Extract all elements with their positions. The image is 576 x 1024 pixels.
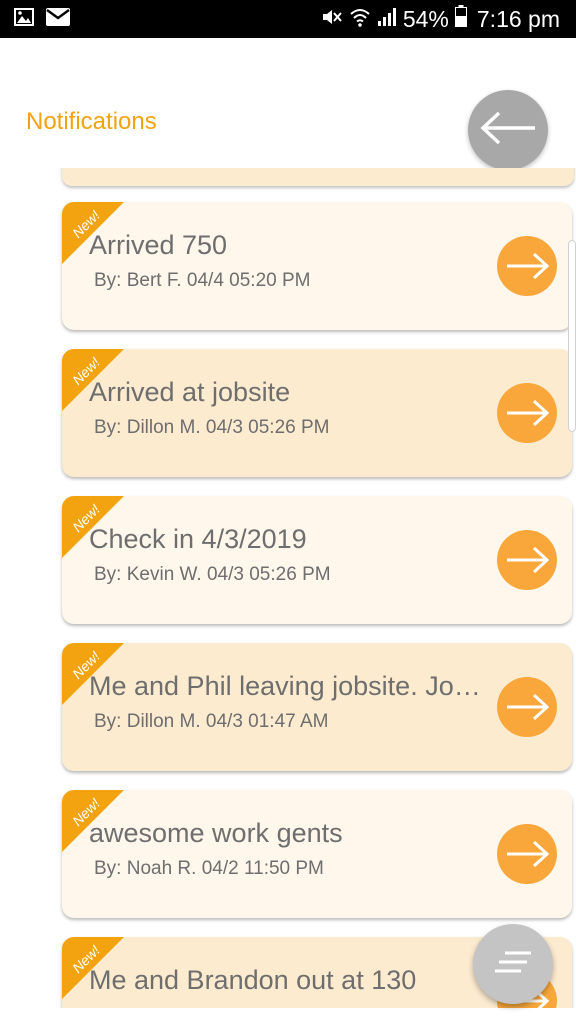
notification-title: Me and Brandon out at 130 xyxy=(89,965,417,995)
app-header: Notifications xyxy=(0,38,576,170)
mute-icon xyxy=(321,6,343,33)
menu-button[interactable] xyxy=(473,924,553,1004)
notification-card[interactable]: New! Arrived 750 By: Bert F. 04/4 05:20 … xyxy=(62,202,572,330)
notification-byline: By: Dillon M. 04/3 01:47 AM xyxy=(94,711,329,732)
open-notification-button[interactable] xyxy=(497,383,557,443)
notification-title: Me and Phil leaving jobsite. Job c… xyxy=(89,671,489,701)
notification-card[interactable]: New! awesome work gents By: Noah R. 04/2… xyxy=(62,790,572,918)
open-notification-button[interactable] xyxy=(497,677,557,737)
wifi-icon xyxy=(349,6,371,33)
gallery-icon xyxy=(14,8,34,31)
status-bar: 54% 7:16 pm xyxy=(0,0,576,38)
notification-card[interactable]: New! Me and Phil leaving jobsite. Job c…… xyxy=(62,643,572,771)
menu-lines-icon xyxy=(493,950,533,979)
notification-title: awesome work gents xyxy=(89,818,343,848)
notification-byline: By: Bert F. 04/4 05:20 PM xyxy=(94,270,311,291)
notification-card[interactable]: New! Check in 4/3/2019 By: Kevin W. 04/3… xyxy=(62,496,572,624)
signal-icon xyxy=(377,6,397,33)
notification-list[interactable]: New! Arrived 750 By: Bert F. 04/4 05:20 … xyxy=(0,168,576,1010)
page-title: Notifications xyxy=(26,108,157,135)
bottom-edge xyxy=(0,1008,576,1024)
battery-icon xyxy=(454,5,467,33)
arrow-right-icon xyxy=(507,252,549,280)
open-notification-button[interactable] xyxy=(497,824,557,884)
notification-title: Arrived at jobsite xyxy=(89,377,291,407)
notification-byline: By: Kevin W. 04/3 05:26 PM xyxy=(94,564,331,585)
notification-byline: By: Noah R. 04/2 11:50 PM xyxy=(94,858,324,879)
arrow-left-icon xyxy=(479,111,537,150)
notification-title: Check in 4/3/2019 xyxy=(89,524,307,554)
arrow-right-icon xyxy=(507,693,549,721)
arrow-right-icon xyxy=(507,546,549,574)
arrow-right-icon xyxy=(507,840,549,868)
notification-card[interactable]: New! Arrived at jobsite By: Dillon M. 04… xyxy=(62,349,572,477)
battery-percent: 54% xyxy=(402,6,449,32)
open-notification-button[interactable] xyxy=(497,236,557,296)
mail-icon xyxy=(46,8,70,31)
notification-title: Arrived 750 xyxy=(89,230,228,260)
open-notification-button[interactable] xyxy=(497,530,557,590)
status-time: 7:16 pm xyxy=(476,6,560,32)
back-button[interactable] xyxy=(468,90,548,170)
scrollbar[interactable] xyxy=(568,240,576,432)
arrow-right-icon xyxy=(507,399,549,427)
notification-byline: By: Dillon M. 04/3 05:26 PM xyxy=(94,417,330,438)
list-item-partial[interactable] xyxy=(62,168,574,186)
